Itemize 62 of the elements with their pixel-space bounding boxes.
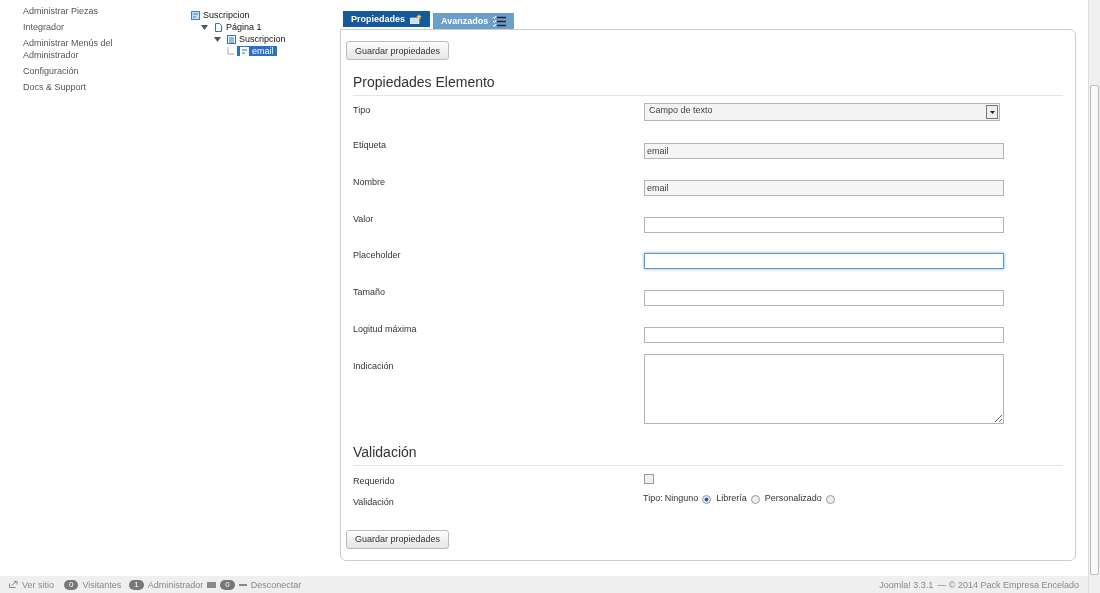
radio-label: Librería: [716, 493, 747, 504]
text-field[interactable]: [644, 290, 1004, 307]
text-field[interactable]: [644, 327, 1004, 343]
field-label: Tipo: [353, 104, 372, 115]
count-badge: 0: [64, 579, 79, 590]
version-text: Joomla! 3.3.1: [879, 579, 934, 590]
section-heading: Validación: [353, 443, 1063, 466]
minus-icon: [238, 583, 247, 586]
status-text: Visitantes: [82, 579, 122, 590]
text-field[interactable]: email: [644, 179, 1004, 196]
sidebar-link[interactable]: Configuración: [23, 65, 115, 77]
sidebar-link[interactable]: Administrar Menús del Administrador: [23, 37, 115, 61]
envelope-icon: [207, 581, 217, 588]
tree-item[interactable]: Suscripcion: [188, 10, 253, 20]
sidebar-link[interactable]: Docs & Support: [23, 81, 115, 93]
text-field[interactable]: [644, 253, 1004, 270]
tree-item[interactable]: email: [237, 46, 277, 56]
page-icon: [214, 22, 223, 32]
caret-icon: [989, 110, 995, 114]
copyright-text: — © 2014 Pack Empresa Encelado: [937, 579, 1079, 590]
field-label: Indicación: [353, 360, 395, 371]
checklist-icon: [493, 15, 507, 27]
expanded-arrow-icon[interactable]: [201, 23, 208, 31]
field-label: Placeholder: [353, 250, 402, 261]
text-area[interactable]: [644, 353, 1004, 424]
expanded-arrow-icon[interactable]: [214, 35, 221, 43]
field-label: Validación: [353, 495, 395, 507]
tree-item[interactable]: Página 1: [211, 22, 265, 32]
count-badge: 1: [129, 579, 144, 590]
external-link-icon: [9, 581, 18, 588]
field-label: Logitud máxima: [353, 324, 418, 334]
field-label: Nombre: [353, 176, 386, 187]
list-icon: [227, 34, 236, 44]
scrollbar-thumb[interactable]: [1090, 85, 1099, 575]
sidebar-link[interactable]: Administrar Piezas: [23, 5, 115, 17]
form-icon: [191, 10, 200, 20]
field-label: Valor: [353, 213, 375, 224]
save-button[interactable]: Guardar propiedades: [346, 529, 450, 549]
save-button[interactable]: Guardar propiedades: [346, 41, 450, 60]
required-checkbox[interactable]: [644, 473, 654, 484]
radio-button[interactable]: [750, 494, 760, 504]
tab[interactable]: Propiedades: [343, 11, 431, 27]
status-text: Administrador: [147, 579, 204, 590]
radio-prefix: Tipo:: [643, 493, 663, 504]
field-label: Etiqueta: [353, 140, 388, 150]
radio-button[interactable]: [702, 494, 712, 504]
radio-button[interactable]: [825, 494, 835, 504]
field-label: Tamaño: [353, 287, 387, 298]
field-icon: [240, 46, 249, 56]
scrollbar[interactable]: [1088, 0, 1100, 593]
tree-connector-icon: [227, 46, 234, 56]
type-dropdown[interactable]: Campo de texto: [644, 103, 1000, 121]
count-badge: 0: [220, 579, 235, 590]
card-star-icon: [410, 14, 423, 24]
radio-label: Ninguno: [664, 493, 699, 504]
tree-item[interactable]: Suscripcion: [224, 34, 289, 44]
sidebar-link[interactable]: Integrador: [23, 21, 115, 33]
field-label: Requerido: [353, 474, 396, 486]
section-heading: Propiedades Elemento: [353, 74, 1063, 96]
text-field[interactable]: [644, 216, 1004, 233]
radio-label: Personalizado: [764, 493, 822, 504]
text-field[interactable]: email: [644, 143, 1004, 159]
